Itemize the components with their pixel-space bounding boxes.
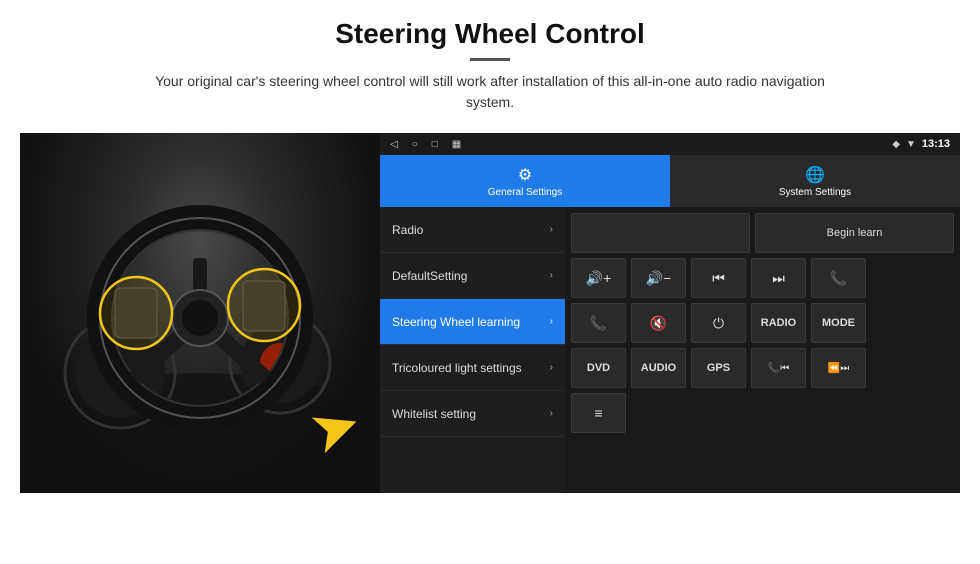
menu-default-label: DefaultSetting [392,269,550,283]
status-bar: ◁ ○ □ ▦ ◆ ▼ 13:13 [380,133,960,155]
phone-prev-icon: 📞⏮ [768,363,789,374]
menu-item-tricoloured[interactable]: Tricoloured light settings › [380,345,565,391]
grid-row-1: Begin learn [571,213,954,253]
skip-button[interactable]: ⏪⏭ [811,348,866,388]
back-icon[interactable]: ◁ [390,139,398,150]
chevron-icon: › [550,408,553,419]
chevron-icon: › [550,270,553,281]
radio-label: RADIO [761,317,796,329]
signal-icon: ▼ [906,139,916,150]
nav-icons: ◁ ○ □ ▦ [390,139,461,150]
menu-panel: Radio › DefaultSetting › Steering Wheel … [380,207,565,493]
next-track-button[interactable]: ⏭ [751,258,806,298]
answer-call-button[interactable]: 📞 [571,303,626,343]
location-icon: ◆ [892,139,900,150]
vol-up-button[interactable]: 🔊+ [571,258,626,298]
steering-wheel-image: ➤ [20,133,380,493]
menu-icon[interactable]: ▦ [452,139,461,150]
content-area: ➤ ◁ ○ □ ▦ ◆ ▼ 13:13 ⚙ General Settings [20,133,960,493]
grid-row-3: 📞 🔇 ⏻ RADIO MODE [571,303,954,343]
grid-row-2: 🔊+ 🔊− ⏮ ⏭ 📞 [571,258,954,298]
grid-panel: Begin learn 🔊+ 🔊− ⏮ ⏭ [565,207,960,493]
vol-up-icon: 🔊+ [586,270,612,287]
status-icons: ◆ ▼ 13:13 [892,138,950,150]
prev-track-button[interactable]: ⏮ [691,258,746,298]
dvd-button[interactable]: DVD [571,348,626,388]
skip-icon: ⏪⏭ [828,363,849,374]
vol-down-icon: 🔊− [646,270,672,287]
begin-learn-button[interactable]: Begin learn [755,213,954,253]
clock: 13:13 [922,138,950,150]
general-settings-icon: ⚙ [518,165,532,185]
tab-system-settings[interactable]: 🌐 System Settings [670,155,960,207]
chevron-icon: › [550,362,553,373]
menu-item-radio[interactable]: Radio › [380,207,565,253]
grid-row-4: DVD AUDIO GPS 📞⏮ ⏪⏭ [571,348,954,388]
tab-general-label: General Settings [488,187,563,198]
list-icon: ≡ [594,405,602,421]
gps-label: GPS [707,362,730,374]
chevron-icon: › [550,224,553,235]
list-button[interactable]: ≡ [571,393,626,433]
phone-icon: 📞 [830,270,847,287]
vol-down-button[interactable]: 🔊− [631,258,686,298]
ui-main: Radio › DefaultSetting › Steering Wheel … [380,207,960,493]
tab-general-settings[interactable]: ⚙ General Settings [380,155,670,207]
empty-box [571,213,750,253]
answer-icon: 📞 [590,315,607,332]
tab-system-label: System Settings [779,187,851,198]
system-settings-icon: 🌐 [805,165,825,185]
phone-prev-button[interactable]: 📞⏮ [751,348,806,388]
title-divider [470,58,510,61]
menu-item-whitelist[interactable]: Whitelist setting › [380,391,565,437]
chevron-icon: › [550,316,553,327]
menu-item-default-setting[interactable]: DefaultSetting › [380,253,565,299]
phone-button[interactable]: 📞 [811,258,866,298]
menu-item-steering-wheel[interactable]: Steering Wheel learning › [380,299,565,345]
recent-icon[interactable]: □ [432,139,438,150]
prev-track-icon: ⏮ [712,270,725,287]
next-track-icon: ⏭ [772,270,785,287]
radio-button[interactable]: RADIO [751,303,806,343]
page-title: Steering Wheel Control [60,18,920,50]
gps-button[interactable]: GPS [691,348,746,388]
top-tabs: ⚙ General Settings 🌐 System Settings [380,155,960,207]
mode-button[interactable]: MODE [811,303,866,343]
mute-button[interactable]: 🔇 [631,303,686,343]
power-icon: ⏻ [713,315,724,332]
grid-row-5: ≡ [571,393,954,433]
mute-icon: 🔇 [650,315,667,332]
dvd-label: DVD [587,362,610,374]
home-icon[interactable]: ○ [412,139,418,150]
ui-panel: ◁ ○ □ ▦ ◆ ▼ 13:13 ⚙ General Settings 🌐 S… [380,133,960,493]
power-button[interactable]: ⏻ [691,303,746,343]
menu-whitelist-label: Whitelist setting [392,407,550,421]
menu-tricoloured-label: Tricoloured light settings [392,361,550,375]
audio-button[interactable]: AUDIO [631,348,686,388]
page-header: Steering Wheel Control Your original car… [0,0,980,123]
menu-steering-label: Steering Wheel learning [392,315,550,329]
mode-label: MODE [822,317,855,329]
page-subtitle: Your original car's steering wheel contr… [140,71,840,113]
audio-label: AUDIO [641,362,676,374]
menu-radio-label: Radio [392,223,550,237]
